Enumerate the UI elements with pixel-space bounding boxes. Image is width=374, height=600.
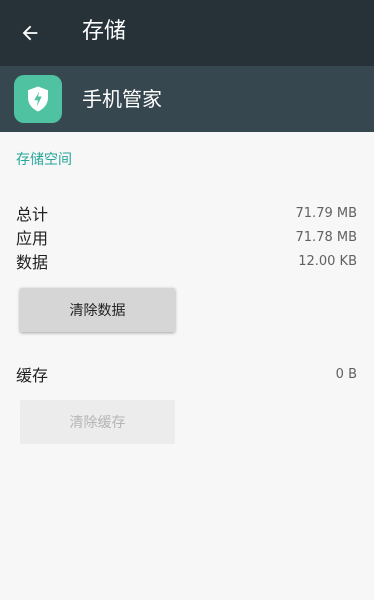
app-name: 手机管家 bbox=[82, 87, 162, 111]
page-title: 存储 bbox=[82, 19, 127, 44]
row-label: 总计 bbox=[16, 205, 49, 224]
app-icon bbox=[14, 75, 62, 123]
storage-row-total: 总计 71.79 MB bbox=[16, 202, 357, 224]
row-value: 71.79 MB bbox=[295, 205, 357, 221]
row-value: 12.00 KB bbox=[298, 253, 357, 269]
clear-data-button[interactable]: 清除数据 bbox=[20, 288, 175, 332]
back-button[interactable] bbox=[12, 15, 48, 51]
clear-cache-button[interactable]: 清除缓存 bbox=[20, 400, 175, 444]
toolbar: 存储 bbox=[0, 0, 374, 66]
row-value: 71.78 MB bbox=[295, 229, 357, 245]
row-label: 数据 bbox=[16, 253, 49, 272]
cache-row: 缓存 0 B bbox=[16, 363, 357, 385]
storage-section-header: 存储空间 bbox=[16, 152, 72, 168]
storage-row-app: 应用 71.78 MB bbox=[16, 226, 357, 248]
storage-row-data: 数据 12.00 KB bbox=[16, 250, 357, 272]
row-label: 应用 bbox=[16, 229, 49, 248]
arrow-back-icon bbox=[22, 25, 38, 41]
cache-value: 0 B bbox=[335, 366, 357, 382]
cache-label: 缓存 bbox=[16, 366, 49, 385]
shield-lightning-icon bbox=[28, 86, 48, 112]
